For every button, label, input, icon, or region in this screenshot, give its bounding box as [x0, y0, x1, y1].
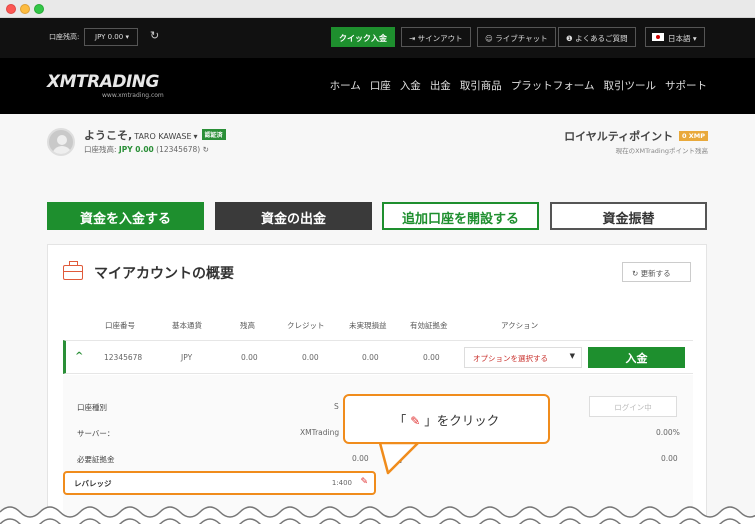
- deposit-funds-button[interactable]: 資金を入金する: [47, 202, 204, 230]
- account-number: (12345678): [156, 145, 201, 154]
- account-type-label: 口座種別: [77, 403, 107, 412]
- nav-home[interactable]: ホーム: [330, 78, 361, 93]
- account-type-value: S: [334, 402, 339, 411]
- chevron-down-icon: ▼: [569, 352, 575, 360]
- withdraw-funds-button[interactable]: 資金の出金: [215, 202, 372, 230]
- col-account-number: 口座番号: [105, 321, 135, 330]
- avatar: [47, 128, 75, 156]
- nav-support[interactable]: サポート: [665, 78, 707, 93]
- close-window-icon[interactable]: [6, 4, 16, 14]
- user-name[interactable]: TARO KAWASE: [134, 132, 191, 141]
- nav-deposit[interactable]: 入金: [400, 78, 421, 93]
- balance-label: 口座残高:: [49, 33, 80, 41]
- col-action: アクション: [501, 321, 539, 330]
- callout-open-quote: 「: [393, 413, 407, 428]
- col-equity: 有効証拠金: [410, 321, 448, 330]
- leverage-row-highlight: レバレッジ 1:400 ✎: [63, 471, 376, 495]
- required-margin-value: 0.00: [352, 454, 369, 463]
- chevron-down-icon[interactable]: ▾: [194, 132, 198, 141]
- transfer-funds-button[interactable]: 資金振替: [550, 202, 707, 230]
- greeting-text: ようこそ,: [84, 129, 133, 142]
- logo-subtitle: www.xmtrading.com: [102, 92, 164, 99]
- callout-tail: [378, 443, 420, 475]
- loyalty-title: ロイヤルティポイント: [564, 130, 674, 143]
- faq-button[interactable]: ❶ よくあるご質問: [558, 27, 636, 47]
- nav-account[interactable]: 口座: [370, 78, 391, 93]
- callout-instruction: 」をクリック: [424, 413, 500, 428]
- livechat-button[interactable]: ☺ ライブチャット: [477, 27, 556, 47]
- top-utility-bar: 口座残高: JPY 0.00 ▾ ↻ クイック入金 ⇥ サインアウト ☺ ライブ…: [0, 18, 755, 58]
- table-row[interactable]: ^ 12345678 JPY 0.00 0.00 0.00 0.00 オプション…: [63, 340, 693, 374]
- panel-title: マイアカウントの概要: [94, 266, 234, 282]
- open-account-button[interactable]: 追加口座を開設する: [382, 202, 539, 230]
- nav-products[interactable]: 取引商品: [460, 78, 502, 93]
- accounts-table-header: 口座番号 基本通貨 残高 クレジット 未実現損益 有効証拠金 アクション: [63, 320, 693, 338]
- torn-edge-divider: [0, 506, 755, 524]
- maximize-window-icon[interactable]: [34, 4, 44, 14]
- xmtrading-logo[interactable]: XMTRADING: [47, 72, 160, 92]
- equity-cell: 0.00: [423, 353, 440, 362]
- verified-badge: 認証済: [201, 129, 226, 140]
- option-select-label: オプションを選択する: [473, 354, 548, 363]
- free-margin-value: 0.00: [661, 454, 678, 463]
- loyalty-points: ロイヤルティポイント 0 XMP: [564, 128, 708, 144]
- refresh-button[interactable]: ↻ 更新する: [622, 262, 691, 282]
- col-credit: クレジット: [287, 321, 325, 330]
- account-balance-line: 口座残高: JPY 0.00 (12345678) ↻: [84, 144, 209, 155]
- loyalty-subtitle: 現在のXMTradingポイント残高: [615, 147, 708, 155]
- balance-amount: JPY 0.00: [118, 145, 154, 154]
- briefcase-icon: [63, 261, 83, 280]
- nav-withdraw[interactable]: 出金: [430, 78, 451, 93]
- unrealized-cell: 0.00: [362, 353, 379, 362]
- server-label: サーバー：: [77, 429, 115, 438]
- signout-button[interactable]: ⇥ サインアウト: [401, 27, 471, 47]
- welcome-greeting: ようこそ, TARO KAWASE ▾ 認証済: [84, 127, 226, 143]
- leverage-value: 1:400: [331, 479, 352, 487]
- account-number-cell: 12345678: [104, 353, 143, 362]
- balance-cell: 0.00: [241, 353, 258, 362]
- chevron-up-icon[interactable]: ^: [75, 351, 83, 362]
- main-navigation: ホーム 口座 入金 出金 取引商品 プラットフォーム 取引ツール サポート: [330, 78, 707, 93]
- balance-line-label: 口座残高:: [84, 145, 117, 154]
- quick-deposit-button[interactable]: クイック入金: [331, 27, 395, 47]
- window-titlebar: [0, 0, 755, 18]
- main-header: XMTRADING www.xmtrading.com ホーム 口座 入金 出金…: [0, 58, 755, 114]
- xmp-badge: 0 XMP: [678, 131, 708, 141]
- page-viewport: 口座残高: JPY 0.00 ▾ ↻ クイック入金 ⇥ サインアウト ☺ ライブ…: [0, 18, 755, 524]
- pencil-icon: ✎: [410, 414, 421, 428]
- login-button[interactable]: ログイン中: [589, 396, 677, 417]
- instruction-callout: 「 ✎ 」をクリック: [343, 394, 550, 444]
- row-deposit-button[interactable]: 入金: [588, 347, 685, 368]
- col-base-currency: 基本通貨: [172, 321, 202, 330]
- refresh-icon[interactable]: ↻: [150, 29, 159, 42]
- nav-platforms[interactable]: プラットフォーム: [511, 78, 595, 93]
- nav-tools[interactable]: 取引ツール: [604, 78, 657, 93]
- refresh-icon[interactable]: ↻: [203, 145, 209, 154]
- server-value: XMTrading: [300, 428, 340, 437]
- pencil-icon[interactable]: ✎: [360, 477, 368, 487]
- japan-flag-icon: [652, 33, 664, 41]
- minimize-window-icon[interactable]: [20, 4, 30, 14]
- col-unrealized-pl: 未実現損益: [349, 321, 387, 330]
- credit-cell: 0.00: [302, 353, 319, 362]
- currency-cell: JPY: [181, 353, 193, 362]
- required-margin-label: 必要証拠金: [77, 455, 115, 464]
- language-select[interactable]: 日本語 ▾: [645, 27, 705, 47]
- language-label: 日本語 ▾: [668, 34, 697, 43]
- leverage-label: レバレッジ: [74, 479, 112, 488]
- option-select[interactable]: オプションを選択する ▼: [464, 347, 582, 368]
- callout-text: 「 ✎ 」をクリック: [345, 410, 548, 429]
- col-balance: 残高: [240, 321, 255, 330]
- percent-value: 0.00%: [656, 428, 680, 437]
- currency-select[interactable]: JPY 0.00 ▾: [84, 28, 138, 46]
